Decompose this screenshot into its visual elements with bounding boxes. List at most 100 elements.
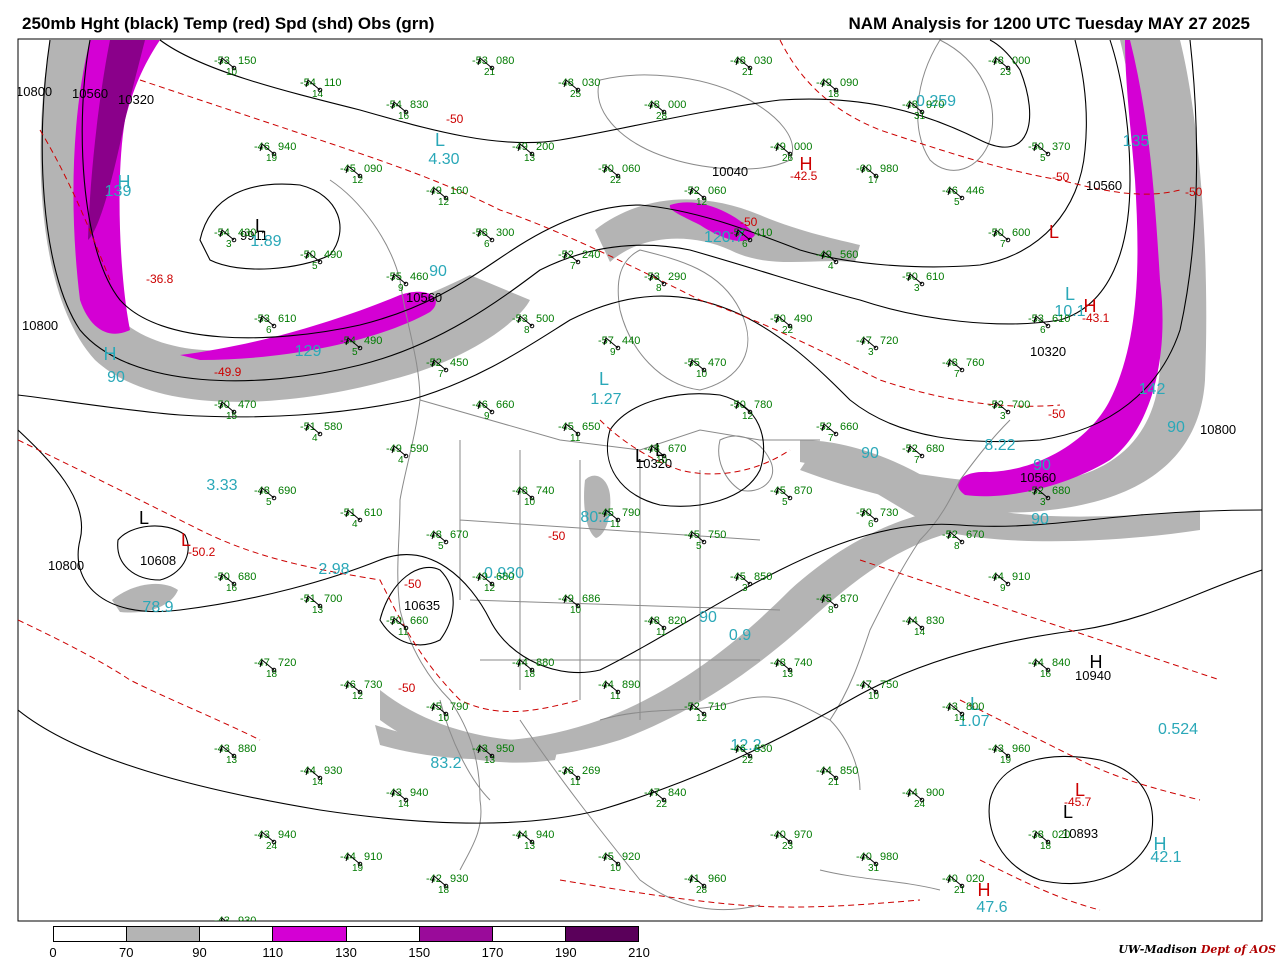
obs-dewpoint: 3 bbox=[1040, 497, 1046, 508]
obs-height: 730 bbox=[880, 507, 898, 519]
obs-dewpoint: 8 bbox=[524, 325, 530, 336]
speed-label: 47.6 bbox=[976, 899, 1007, 916]
speed-label: 1.27 bbox=[590, 391, 621, 408]
obs-height: 720 bbox=[880, 335, 898, 347]
obs-height: 840 bbox=[1052, 657, 1070, 669]
obs-height: 940 bbox=[410, 787, 428, 799]
obs-dewpoint: 7 bbox=[954, 369, 960, 380]
height-label: 10560 bbox=[1086, 178, 1122, 193]
obs-dewpoint: 9 bbox=[610, 347, 616, 358]
legend-tick: 150 bbox=[408, 945, 431, 960]
obs-height: 980 bbox=[880, 163, 898, 175]
obs-height: 690 bbox=[278, 485, 296, 497]
obs-height: 940 bbox=[278, 141, 296, 153]
obs-height: 490 bbox=[364, 335, 382, 347]
temp-label: -50 bbox=[1185, 185, 1203, 199]
center-mark: H bbox=[1154, 834, 1167, 854]
weather-map: 10800 10560 103209911108001056010320100401… bbox=[17, 38, 1263, 922]
speed-label: 90 bbox=[861, 445, 879, 462]
speed-label: 2.98 bbox=[318, 561, 349, 578]
obs-dewpoint: 9 bbox=[484, 411, 490, 422]
obs-height: 610 bbox=[278, 313, 296, 325]
speed-label: 90 bbox=[107, 369, 125, 386]
legend-swatch bbox=[127, 927, 201, 941]
obs-height: 910 bbox=[1012, 571, 1030, 583]
obs-height: 680 bbox=[496, 571, 514, 583]
obs-dewpoint: 7 bbox=[828, 433, 834, 444]
obs-height: 470 bbox=[708, 357, 726, 369]
height-label: 10635 bbox=[404, 598, 440, 613]
center-mark: H bbox=[104, 344, 117, 364]
obs-height: 940 bbox=[536, 829, 554, 841]
obs-dewpoint: 5 bbox=[1040, 153, 1046, 164]
obs-height: 680 bbox=[926, 443, 944, 455]
obs-dewpoint: 4 bbox=[828, 261, 834, 272]
obs-height: 970 bbox=[926, 99, 944, 111]
obs-dewpoint: 8 bbox=[828, 605, 834, 616]
obs-height: 930 bbox=[324, 765, 342, 777]
obs-dewpoint: 6 bbox=[868, 519, 874, 530]
obs-height: 870 bbox=[794, 485, 812, 497]
temp-label: -50.2 bbox=[188, 545, 216, 559]
obs-dewpoint: 3 bbox=[868, 347, 874, 358]
center-mark: L bbox=[435, 130, 445, 150]
obs-dewpoint: 5 bbox=[266, 497, 272, 508]
obs-height: 080 bbox=[496, 55, 514, 67]
legend-tick: 110 bbox=[262, 945, 284, 960]
obs-dewpoint: 5 bbox=[312, 261, 318, 272]
temp-label: -50 bbox=[1052, 170, 1070, 184]
obs-height: 970 bbox=[794, 829, 812, 841]
speed-label: 90 bbox=[1167, 419, 1185, 436]
legend-swatch bbox=[54, 927, 128, 941]
obs-dewpoint: 8 bbox=[656, 283, 662, 294]
legend-tick: 210 bbox=[628, 945, 650, 960]
obs-height: 269 bbox=[582, 765, 600, 777]
obs-height: 680 bbox=[1052, 485, 1070, 497]
legend-tick: 90 bbox=[192, 945, 207, 960]
obs-height: 750 bbox=[880, 679, 898, 691]
speed-label: 0.9 bbox=[729, 627, 751, 644]
obs-height: 600 bbox=[1012, 227, 1030, 239]
speed-label: 3.33 bbox=[206, 477, 237, 494]
obs-height: 830 bbox=[410, 99, 428, 111]
center-mark: H bbox=[800, 154, 813, 174]
obs-dewpoint: 6 bbox=[484, 239, 490, 250]
obs-height: 740 bbox=[536, 485, 554, 497]
speed-label: 142 bbox=[1139, 381, 1166, 398]
obs-height: 870 bbox=[840, 593, 858, 605]
center-mark: L bbox=[139, 508, 149, 528]
obs-dewpoint: 8 bbox=[954, 541, 960, 552]
center-mark: L bbox=[1065, 284, 1075, 304]
obs-height: 660 bbox=[496, 399, 514, 411]
center-mark: L bbox=[1075, 780, 1085, 800]
obs-dewpoint: 7 bbox=[438, 369, 444, 380]
speed-label: 129 bbox=[295, 343, 322, 360]
center-mark: H bbox=[1084, 296, 1097, 316]
obs-dewpoint: 9 bbox=[398, 283, 404, 294]
speed-label: 78.9 bbox=[142, 599, 173, 616]
obs-dewpoint: 5 bbox=[696, 541, 702, 552]
speed-label: 83.2 bbox=[430, 755, 461, 772]
center-mark: L bbox=[1049, 222, 1059, 242]
obs-height: 760 bbox=[966, 357, 984, 369]
speed-label: 90 bbox=[429, 263, 447, 280]
temp-label: -36.8 bbox=[146, 272, 174, 286]
obs-height: 930 bbox=[450, 873, 468, 885]
legend-tick: 130 bbox=[335, 945, 357, 960]
obs-height: 200 bbox=[536, 141, 554, 153]
height-label: 10800 bbox=[22, 318, 58, 333]
obs-dewpoint: 6 bbox=[266, 325, 272, 336]
center-mark: L bbox=[599, 369, 609, 389]
obs-height: 560 bbox=[840, 249, 858, 261]
obs-height: 580 bbox=[324, 421, 342, 433]
obs-height: 660 bbox=[410, 615, 428, 627]
obs-height: 830 bbox=[754, 743, 772, 755]
obs-height: 780 bbox=[754, 399, 772, 411]
legend-tick: 0 bbox=[49, 945, 57, 960]
obs-dewpoint: 9 bbox=[1000, 583, 1006, 594]
obs-height: 850 bbox=[754, 571, 772, 583]
center-mark: L bbox=[181, 530, 191, 550]
obs-height: 790 bbox=[450, 701, 468, 713]
obs-height: 700 bbox=[324, 593, 342, 605]
obs-height: 430 bbox=[238, 227, 256, 239]
